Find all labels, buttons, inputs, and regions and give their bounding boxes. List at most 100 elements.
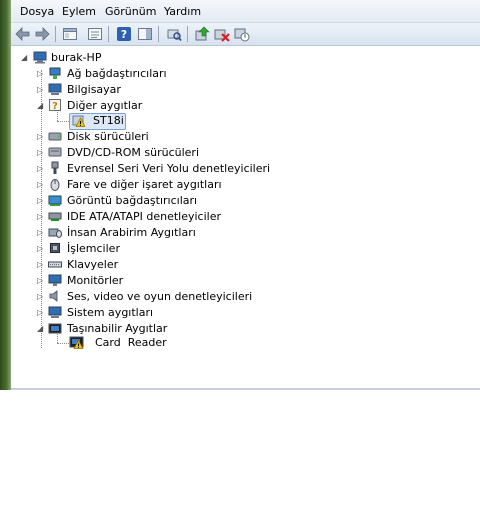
expand-arrow-icon[interactable]: ▷ <box>37 213 45 221</box>
tree-item-hid[interactable]: ▷ İnsan Arabirim Aygıtları <box>35 225 335 241</box>
tree-connector <box>57 343 69 344</box>
uninstall-device-icon[interactable] <box>214 26 230 42</box>
tree-item-label: Card Reader <box>95 336 167 349</box>
expand-arrow-icon[interactable]: ▷ <box>37 277 45 285</box>
expand-arrow-icon[interactable]: ▷ <box>37 309 45 317</box>
device-tree: ◢ burak-HP ▷ Ağ bağdaştırıcıları ▷ Bilgi… <box>11 46 480 388</box>
expand-arrow-icon[interactable]: ▷ <box>37 181 45 189</box>
expand-arrow-icon[interactable]: ▷ <box>37 261 45 269</box>
tree-item-label: Bilgisayar <box>67 83 121 96</box>
portable-device-icon <box>48 321 62 335</box>
expand-arrow-icon[interactable]: ▷ <box>37 133 45 141</box>
tree-item-label: Ağ bağdaştırıcıları <box>67 67 167 80</box>
collapse-arrow-icon[interactable]: ◢ <box>37 102 45 110</box>
processor-icon <box>48 241 62 255</box>
tree-item-dvd-drives[interactable]: ▷ DVD/CD-ROM sürücüleri <box>35 145 335 161</box>
warning-device-icon <box>71 113 86 127</box>
toolbar-separator <box>158 26 159 42</box>
monitor-icon <box>48 273 62 287</box>
window-bottom-border <box>11 388 480 390</box>
menu-yardim[interactable]: Yardım <box>164 5 201 18</box>
expand-arrow-icon[interactable]: ▷ <box>37 70 45 78</box>
disk-drive-icon <box>48 129 62 143</box>
tree-item-label: Taşınabilir Aygıtlar <box>67 322 168 335</box>
tree-item-computer[interactable]: ▷ Bilgisayar <box>35 82 335 98</box>
expand-arrow-icon[interactable]: ▷ <box>37 197 45 205</box>
tree-item-label: DVD/CD-ROM sürücüleri <box>67 146 200 159</box>
menu-eylem[interactable]: Eylem <box>62 5 96 18</box>
tree-item-usb-controllers[interactable]: ▷ Evrensel Seri Veri Yolu denetleyiciler… <box>35 161 355 177</box>
tree-item-system-devices[interactable]: ▷ Sistem aygıtları <box>35 305 335 321</box>
expand-arrow-icon[interactable]: ▷ <box>37 245 45 253</box>
tree-item-label: Fare ve diğer işaret aygıtları <box>67 178 222 191</box>
tree-item-ide-controllers[interactable]: ▷ IDE ATA/ATAPI denetleyiciler <box>35 209 335 225</box>
usb-controller-icon <box>48 161 62 175</box>
tree-item-network-adapters[interactable]: ▷ Ağ bağdaştırıcıları <box>35 66 335 82</box>
network-adapter-icon <box>48 66 62 80</box>
tree-item-label: Klavyeler <box>67 258 119 271</box>
collapse-arrow-icon[interactable]: ◢ <box>21 54 29 62</box>
properties-icon[interactable] <box>87 26 103 42</box>
ide-controller-icon <box>48 209 62 223</box>
toolbar-separator <box>187 26 188 42</box>
menu-dosya[interactable]: Dosya <box>20 5 54 18</box>
svg-text:?: ? <box>52 101 58 112</box>
update-driver-icon[interactable] <box>194 26 210 42</box>
keyboard-icon <box>48 257 62 271</box>
warning-device-icon <box>69 335 85 349</box>
toolbar-separator <box>55 26 56 42</box>
tree-item-display-adapters[interactable]: ▷ Görüntü bağdaştırıcıları <box>35 193 335 209</box>
sound-icon <box>48 289 62 303</box>
tree-item-sound-controllers[interactable]: ▷ Ses, video ve oyun denetleyicileri <box>35 289 355 305</box>
tree-item-label: Monitörler <box>67 274 124 287</box>
tree-item-label: Görüntü bağdaştırıcıları <box>67 194 198 207</box>
help-icon[interactable]: ? <box>116 26 132 42</box>
show-action-pane-icon[interactable] <box>137 26 153 42</box>
expand-arrow-icon[interactable]: ▷ <box>37 293 45 301</box>
tree-item-label: ST18i <box>93 114 124 127</box>
tree-item-mice[interactable]: ▷ Fare ve diğer işaret aygıtları <box>35 177 355 193</box>
disable-device-icon[interactable] <box>234 26 250 42</box>
toolbar-separator <box>108 26 109 42</box>
back-arrow-icon[interactable] <box>15 26 31 42</box>
mouse-icon <box>48 177 62 191</box>
system-device-icon <box>48 305 62 319</box>
tree-item-label: İşlemciler <box>67 242 120 255</box>
expand-arrow-icon[interactable]: ▷ <box>37 86 45 94</box>
expand-arrow-icon[interactable]: ▷ <box>37 149 45 157</box>
computer-icon <box>48 82 62 96</box>
svg-text:?: ? <box>121 28 127 41</box>
dvd-drive-icon <box>48 145 62 159</box>
tree-item-disk-drives[interactable]: ▷ Disk sürücüleri <box>35 129 335 145</box>
tree-item-card-reader[interactable]: Card Reader <box>69 335 169 351</box>
unknown-device-icon: ? <box>48 98 62 112</box>
tree-item-label: IDE ATA/ATAPI denetleyiciler <box>67 210 222 223</box>
tree-item-st18i[interactable]: ST18i <box>69 113 129 130</box>
forward-arrow-icon[interactable] <box>34 26 50 42</box>
tree-item-label: Ses, video ve oyun denetleyicileri <box>67 290 253 303</box>
menu-bar: Dosya Eylem Görünüm Yardım <box>11 0 480 23</box>
expand-arrow-icon[interactable]: ▷ <box>37 229 45 237</box>
tree-item-other-devices[interactable]: ◢ ? Diğer aygıtlar <box>35 98 335 114</box>
tree-item-label: Evrensel Seri Veri Yolu denetleyicileri <box>67 162 271 175</box>
tree-item-label: Sistem aygıtları <box>67 306 154 319</box>
display-adapter-icon <box>48 193 62 207</box>
device-manager-window: Dosya Eylem Görünüm Yardım ? ◢ burak-HP … <box>0 0 480 390</box>
tree-root[interactable]: ◢ burak-HP <box>19 50 159 66</box>
tree-root-label: burak-HP <box>51 51 102 64</box>
window-left-edge <box>0 0 11 390</box>
menu-gorunum[interactable]: Görünüm <box>105 5 156 18</box>
expand-arrow-icon[interactable]: ▷ <box>37 165 45 173</box>
toolbar: ? <box>11 23 480 46</box>
scan-hardware-changes-icon[interactable] <box>166 26 182 42</box>
tree-item-monitors[interactable]: ▷ Monitörler <box>35 273 335 289</box>
show-hide-console-tree-icon[interactable] <box>62 26 78 42</box>
hid-icon <box>48 225 62 239</box>
tree-item-processors[interactable]: ▷ İşlemciler <box>35 241 335 257</box>
tree-item-label: İnsan Arabirim Aygıtları <box>67 226 196 239</box>
tree-item-label: Diğer aygıtlar <box>67 99 143 112</box>
tree-item-keyboards[interactable]: ▷ Klavyeler <box>35 257 335 273</box>
collapse-arrow-icon[interactable]: ◢ <box>37 325 45 333</box>
computer-icon <box>33 50 47 64</box>
tree-connector <box>57 121 69 122</box>
